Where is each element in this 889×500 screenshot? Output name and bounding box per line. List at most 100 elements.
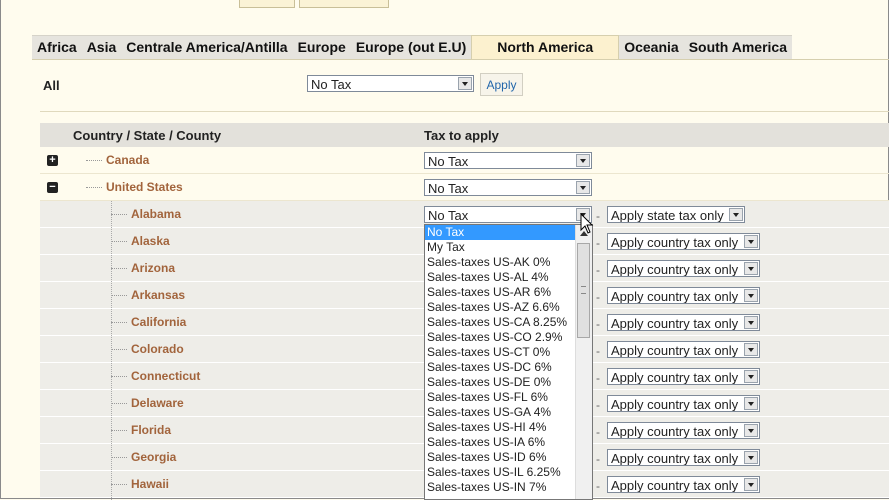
chevron-down-icon[interactable] — [744, 289, 758, 302]
tax-select-value: No Tax — [428, 181, 469, 196]
dropdown-option[interactable]: Sales-taxes US-DC 6% — [425, 360, 592, 375]
chevron-down-icon[interactable] — [458, 77, 472, 90]
tree-connector — [111, 295, 127, 296]
mode-select[interactable]: Apply country tax only — [607, 314, 760, 331]
table-row: − United States No Tax — [40, 174, 889, 201]
mode-select[interactable]: Apply country tax only — [607, 287, 760, 304]
region-tabs: Africa Asia Centrale America/Antilla Eur… — [32, 35, 792, 59]
mouse-pointer-icon — [580, 213, 594, 234]
tab-oceania[interactable]: Oceania — [619, 35, 684, 59]
tree-connector — [111, 241, 127, 242]
tab-central-america[interactable]: Centrale America/Antilla — [121, 35, 293, 59]
chevron-down-icon[interactable] — [576, 154, 590, 167]
scroll-thumb[interactable] — [577, 243, 590, 338]
dropdown-option[interactable]: Sales-taxes US-IN 7% — [425, 480, 592, 495]
dropdown-option[interactable]: Sales-taxes US-AZ 6.6% — [425, 300, 592, 315]
dropdown-option[interactable]: My Tax — [425, 240, 592, 255]
tax-select[interactable]: No Tax — [424, 152, 592, 169]
row-name[interactable]: United States — [106, 180, 183, 194]
row-name[interactable]: Colorado — [131, 342, 184, 356]
separator-dash: - — [596, 290, 600, 304]
row-name[interactable]: Delaware — [131, 396, 184, 410]
dropdown-option[interactable]: Sales-taxes US-AR 6% — [425, 285, 592, 300]
plus-icon[interactable]: + — [47, 155, 58, 166]
separator-dash: - — [596, 398, 600, 412]
row-name[interactable]: Arizona — [131, 261, 175, 275]
column-header-country: Country / State / County — [73, 128, 222, 143]
all-tax-select[interactable]: No Tax — [307, 75, 474, 92]
dropdown-option[interactable]: Sales-taxes US-DE 0% — [425, 375, 592, 390]
dropdown-option[interactable]: Sales-taxes US-CO 2.9% — [425, 330, 592, 345]
row-name[interactable]: Arkansas — [131, 288, 185, 302]
minus-icon[interactable]: − — [47, 182, 58, 193]
tree-connector — [111, 268, 127, 269]
mode-select[interactable]: Apply country tax only — [607, 449, 760, 466]
row-name[interactable]: Alaska — [131, 234, 170, 248]
dropdown-option[interactable]: Sales-taxes US-FL 6% — [425, 390, 592, 405]
tab-asia[interactable]: Asia — [81, 35, 122, 59]
mode-select[interactable]: Apply country tax only — [607, 260, 760, 277]
top-button-1[interactable] — [239, 0, 295, 8]
dropdown-option[interactable]: Sales-taxes US-ID 6% — [425, 450, 592, 465]
top-button-2[interactable] — [299, 0, 389, 8]
dropdown-option[interactable]: Sales-taxes US-GA 4% — [425, 405, 592, 420]
chevron-down-icon[interactable] — [576, 181, 590, 194]
dropdown-option[interactable]: Sales-taxes US-IL 6.25% — [425, 465, 592, 480]
chevron-down-icon[interactable] — [744, 478, 758, 491]
row-name[interactable]: Canada — [106, 153, 149, 167]
chevron-down-icon[interactable] — [744, 235, 758, 248]
dropdown-option[interactable]: Sales-taxes US-AK 0% — [425, 255, 592, 270]
mode-select-value: Apply country tax only — [611, 343, 739, 358]
chevron-down-icon[interactable] — [744, 451, 758, 464]
tab-europe[interactable]: Europe — [292, 35, 351, 59]
mode-select[interactable]: Apply country tax only — [607, 476, 760, 493]
tax-dropdown-list[interactable]: No Tax My Tax Sales-taxes US-AK 0% Sales-ta… — [424, 224, 593, 500]
dropdown-option[interactable]: Sales-taxes US-AL 4% — [425, 270, 592, 285]
mode-select[interactable]: Apply country tax only — [607, 368, 760, 385]
mode-select-value: Apply country tax only — [611, 424, 739, 439]
tree-connector — [111, 349, 127, 350]
tax-select[interactable]: No Tax — [424, 206, 592, 223]
tab-north-america[interactable]: North America — [471, 35, 620, 59]
mode-select[interactable]: Apply country tax only — [607, 422, 760, 439]
tax-select[interactable]: No Tax — [424, 179, 592, 196]
dropdown-option[interactable]: Sales-taxes US-CT 0% — [425, 345, 592, 360]
tab-europe-out-eu[interactable]: Europe (out E.U) — [350, 35, 472, 59]
tab-divider — [32, 59, 889, 60]
row-name[interactable]: Connecticut — [131, 369, 200, 383]
row-name[interactable]: Georgia — [131, 450, 176, 464]
dropdown-option[interactable]: Sales-taxes US-CA 8.25% — [425, 315, 592, 330]
dropdown-option[interactable]: Sales-taxes US-IA 6% — [425, 435, 592, 450]
chevron-down-icon[interactable] — [744, 370, 758, 383]
tax-select-value: No Tax — [428, 154, 469, 169]
section-divider — [40, 111, 889, 112]
mode-select-value: Apply country tax only — [611, 370, 739, 385]
row-name[interactable]: California — [131, 315, 186, 329]
separator-dash: - — [596, 263, 600, 277]
chevron-down-icon[interactable] — [729, 208, 743, 221]
tree-connector — [111, 430, 127, 431]
row-name[interactable]: Florida — [131, 423, 171, 437]
chevron-down-icon[interactable] — [744, 262, 758, 275]
row-name[interactable]: Alabama — [131, 207, 181, 221]
chevron-down-icon[interactable] — [744, 424, 758, 437]
mode-select[interactable]: Apply country tax only — [607, 233, 760, 250]
tab-south-america[interactable]: South America — [683, 35, 792, 59]
separator-dash: - — [596, 317, 600, 331]
dropdown-scrollbar[interactable] — [575, 225, 592, 499]
mode-select-value: Apply country tax only — [611, 451, 739, 466]
chevron-down-icon[interactable] — [744, 397, 758, 410]
dropdown-option[interactable]: No Tax — [425, 225, 592, 240]
apply-button[interactable]: Apply — [480, 73, 523, 96]
mode-select[interactable]: Apply country tax only — [607, 341, 760, 358]
chevron-down-icon[interactable] — [744, 316, 758, 329]
mode-select[interactable]: Apply country tax only — [607, 395, 760, 412]
mode-select[interactable]: Apply state tax only — [607, 206, 745, 223]
chevron-down-icon[interactable] — [744, 343, 758, 356]
mode-select-value: Apply country tax only — [611, 262, 739, 277]
table-header: Country / State / County Tax to apply — [40, 123, 889, 147]
tab-africa[interactable]: Africa — [32, 35, 82, 59]
dropdown-options: No Tax My Tax Sales-taxes US-AK 0% Sales-ta… — [425, 225, 592, 495]
row-name[interactable]: Hawaii — [131, 477, 169, 491]
dropdown-option[interactable]: Sales-taxes US-HI 4% — [425, 420, 592, 435]
